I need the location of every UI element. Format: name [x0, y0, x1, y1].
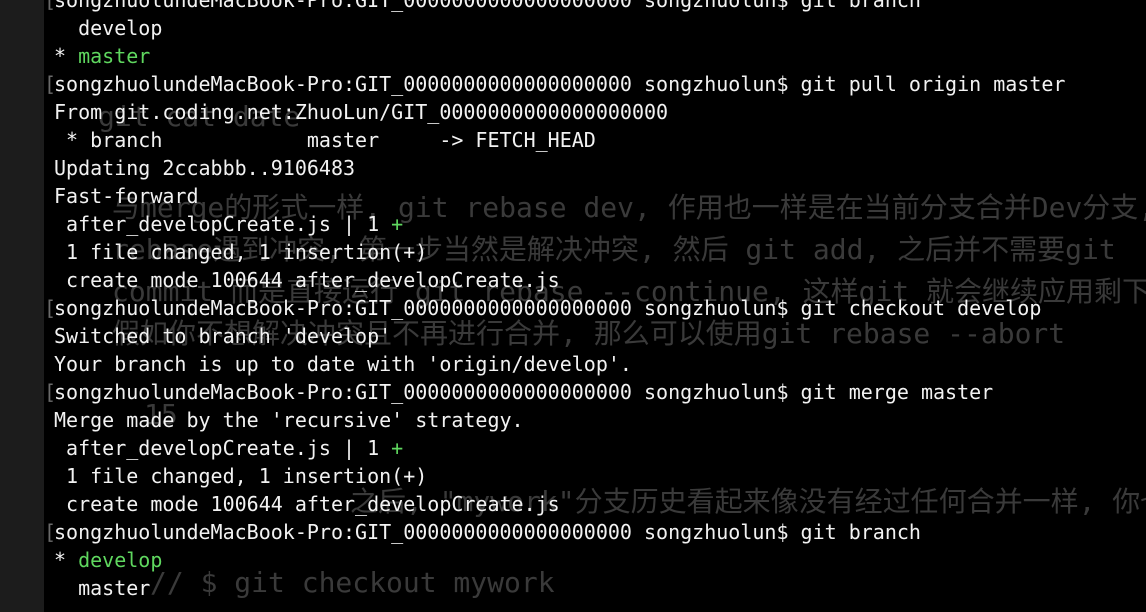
current-branch-marker: * — [54, 44, 79, 68]
shell-prompt: songzhuolundeMacBook-Pro:GIT_00000000000… — [54, 380, 801, 404]
output-line: Fast-forward — [54, 184, 199, 208]
output-line: develop — [54, 16, 163, 40]
current-branch-marker: * — [54, 548, 79, 572]
shell-prompt: songzhuolundeMacBook-Pro:GIT_00000000000… — [54, 296, 801, 320]
output-line: * branch master -> FETCH_HEAD — [54, 128, 596, 152]
diffstat-line: after_developCreate.js | 1 + — [44, 434, 1146, 462]
output-line: 1 file changed, 1 insertion(+) — [54, 464, 428, 488]
diffstat-text: after_developCreate.js | 1 — [54, 436, 392, 460]
diffstat-plus: + — [391, 212, 404, 236]
output-line: Switched to branch 'develop' — [54, 324, 392, 348]
current-branch-line: * develop — [44, 546, 1146, 574]
command-text: git merge master — [800, 380, 994, 404]
prompt-line: songzhuolundeMacBook-Pro:GIT_00000000000… — [44, 70, 1146, 98]
command-text: git pull origin master — [800, 72, 1066, 96]
output-line: Updating 2ccabbb..9106483 — [54, 156, 356, 180]
diffstat-line: after_developCreate.js | 1 + — [44, 210, 1146, 238]
current-branch-name: master — [78, 44, 151, 68]
output-line: create mode 100644 after_developCreate.j… — [54, 268, 560, 292]
command-text: git branch — [800, 520, 921, 544]
terminal-output[interactable]: songzhuolundeMacBook-Pro:GIT_00000000000… — [44, 0, 1146, 602]
prompt-line: songzhuolundeMacBook-Pro:GIT_00000000000… — [44, 378, 1146, 406]
shell-prompt: songzhuolundeMacBook-Pro:GIT_00000000000… — [54, 0, 801, 12]
current-branch-line: * master — [44, 42, 1146, 70]
prompt-line: songzhuolundeMacBook-Pro:GIT_00000000000… — [44, 294, 1146, 322]
diffstat-text: after_developCreate.js | 1 — [54, 212, 392, 236]
output-line: Your branch is up to date with 'origin/d… — [54, 352, 632, 376]
command-text: git checkout develop — [800, 296, 1042, 320]
output-line: master — [54, 576, 151, 600]
shell-prompt: songzhuolundeMacBook-Pro:GIT_00000000000… — [54, 520, 801, 544]
shell-prompt: songzhuolundeMacBook-Pro:GIT_00000000000… — [54, 72, 801, 96]
output-line: create mode 100644 after_developCreate.j… — [54, 492, 560, 516]
current-branch-name: develop — [78, 548, 163, 572]
prompt-line: songzhuolundeMacBook-Pro:GIT_00000000000… — [44, 0, 1146, 14]
output-line: Merge made by the 'recursive' strategy. — [54, 408, 524, 432]
terminal-left-margin — [0, 0, 44, 612]
output-line: 1 file changed, 1 insertion(+) — [54, 240, 428, 264]
prompt-line: songzhuolundeMacBook-Pro:GIT_00000000000… — [44, 518, 1146, 546]
output-line: From git.coding.net:ZhuoLun/GIT_00000000… — [54, 100, 669, 124]
command-text: git branch — [800, 0, 921, 12]
diffstat-plus: + — [391, 436, 404, 460]
terminal-window[interactable]: git cat date 与merge的形式一样, git rebase dev… — [0, 0, 1146, 612]
